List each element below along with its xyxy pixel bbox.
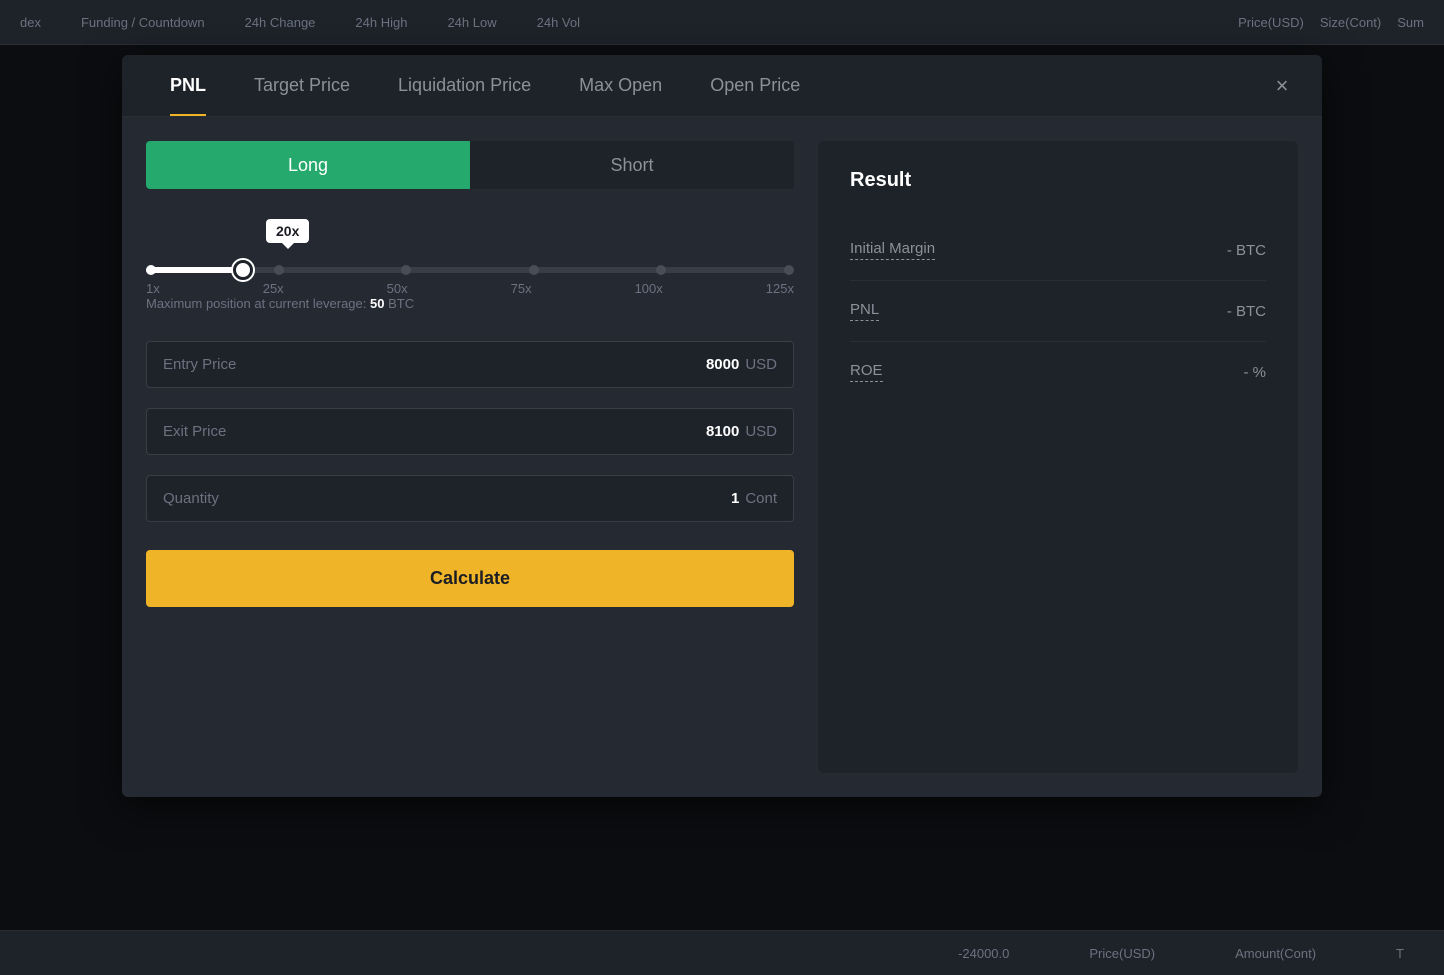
slider-dot-25x bbox=[274, 265, 284, 275]
initial-margin-value: - BTC bbox=[1227, 242, 1266, 259]
label-25x: 25x bbox=[263, 281, 284, 296]
pnl-value: - BTC bbox=[1227, 303, 1266, 320]
quantity-value: 1 bbox=[731, 490, 739, 507]
top-bar-sum: Sum bbox=[1397, 15, 1424, 30]
top-bar-price-usd: Price(USD) bbox=[1238, 15, 1304, 30]
exit-price-field[interactable]: Exit Price 8100 USD bbox=[146, 408, 794, 455]
slider-dot-75x bbox=[529, 265, 539, 275]
entry-price-unit: USD bbox=[745, 356, 777, 373]
top-bar-24h-high: 24h High bbox=[355, 15, 407, 30]
right-panel: Result Initial Margin - BTC PNL - BTC RO… bbox=[818, 141, 1298, 773]
bottom-bar-value: -24000.0 bbox=[958, 946, 1009, 961]
entry-price-label: Entry Price bbox=[163, 356, 706, 373]
modal-tab-bar: PNL Target Price Liquidation Price Max O… bbox=[122, 55, 1322, 117]
slider-dot-125x bbox=[784, 265, 794, 275]
tab-max-open[interactable]: Max Open bbox=[555, 55, 686, 116]
close-button[interactable]: × bbox=[1266, 70, 1298, 102]
label-75x: 75x bbox=[511, 281, 532, 296]
slider-dot-1x bbox=[146, 265, 156, 275]
calculator-modal: PNL Target Price Liquidation Price Max O… bbox=[122, 55, 1322, 797]
quantity-label: Quantity bbox=[163, 490, 731, 507]
top-bar-index: dex bbox=[20, 15, 41, 30]
slider-labels: 1x 25x 50x 75x 100x 125x bbox=[146, 281, 794, 296]
leverage-section: 20x 1x bbox=[146, 209, 794, 321]
tab-target-price[interactable]: Target Price bbox=[230, 55, 374, 116]
bottom-bar: -24000.0 Price(USD) Amount(Cont) T bbox=[0, 930, 1444, 975]
pnl-label: PNL bbox=[850, 301, 879, 321]
long-button[interactable]: Long bbox=[146, 141, 470, 189]
roe-value: - % bbox=[1244, 364, 1267, 381]
tab-liquidation-price[interactable]: Liquidation Price bbox=[374, 55, 555, 116]
bottom-bar-t: T bbox=[1396, 946, 1404, 961]
roe-label: ROE bbox=[850, 362, 883, 382]
top-bar: dex Funding / Countdown 24h Change 24h H… bbox=[0, 0, 1444, 45]
slider-dot-50x bbox=[401, 265, 411, 275]
short-button[interactable]: Short bbox=[470, 141, 794, 189]
top-bar-24h-vol: 24h Vol bbox=[537, 15, 580, 30]
tab-open-price[interactable]: Open Price bbox=[686, 55, 824, 116]
label-125x: 125x bbox=[766, 281, 794, 296]
top-bar-funding: Funding / Countdown bbox=[81, 15, 205, 30]
initial-margin-label: Initial Margin bbox=[850, 240, 935, 260]
modal-overlay: PNL Target Price Liquidation Price Max O… bbox=[0, 45, 1444, 930]
result-row-pnl: PNL - BTC bbox=[850, 281, 1266, 342]
label-1x: 1x bbox=[146, 281, 160, 296]
result-row-roe: ROE - % bbox=[850, 342, 1266, 402]
bottom-bar-price-usd: Price(USD) bbox=[1089, 946, 1155, 961]
modal-body: Long Short 20x bbox=[122, 117, 1322, 797]
top-bar-24h-low: 24h Low bbox=[447, 15, 496, 30]
slider-dot-100x bbox=[656, 265, 666, 275]
slider-thumb[interactable] bbox=[233, 260, 253, 280]
result-title: Result bbox=[850, 169, 1266, 192]
long-short-toggle: Long Short bbox=[146, 141, 794, 189]
top-bar-24h-change: 24h Change bbox=[245, 15, 316, 30]
left-panel: Long Short 20x bbox=[146, 141, 794, 773]
label-50x: 50x bbox=[387, 281, 408, 296]
label-100x: 100x bbox=[635, 281, 663, 296]
exit-price-label: Exit Price bbox=[163, 423, 706, 440]
calculate-button[interactable]: Calculate bbox=[146, 550, 794, 607]
quantity-unit: Cont bbox=[745, 490, 777, 507]
quantity-field[interactable]: Quantity 1 Cont bbox=[146, 475, 794, 522]
entry-price-field[interactable]: Entry Price 8000 USD bbox=[146, 341, 794, 388]
bottom-bar-amount-cont: Amount(Cont) bbox=[1235, 946, 1316, 961]
entry-price-value: 8000 bbox=[706, 356, 739, 373]
max-position-text: Maximum position at current leverage: 50… bbox=[146, 296, 794, 311]
leverage-tooltip: 20x bbox=[266, 219, 309, 243]
leverage-slider-track[interactable] bbox=[146, 267, 794, 273]
tab-pnl[interactable]: PNL bbox=[146, 55, 230, 116]
exit-price-value: 8100 bbox=[706, 423, 739, 440]
result-row-initial-margin: Initial Margin - BTC bbox=[850, 220, 1266, 281]
exit-price-unit: USD bbox=[745, 423, 777, 440]
top-bar-size-cont: Size(Cont) bbox=[1320, 15, 1381, 30]
